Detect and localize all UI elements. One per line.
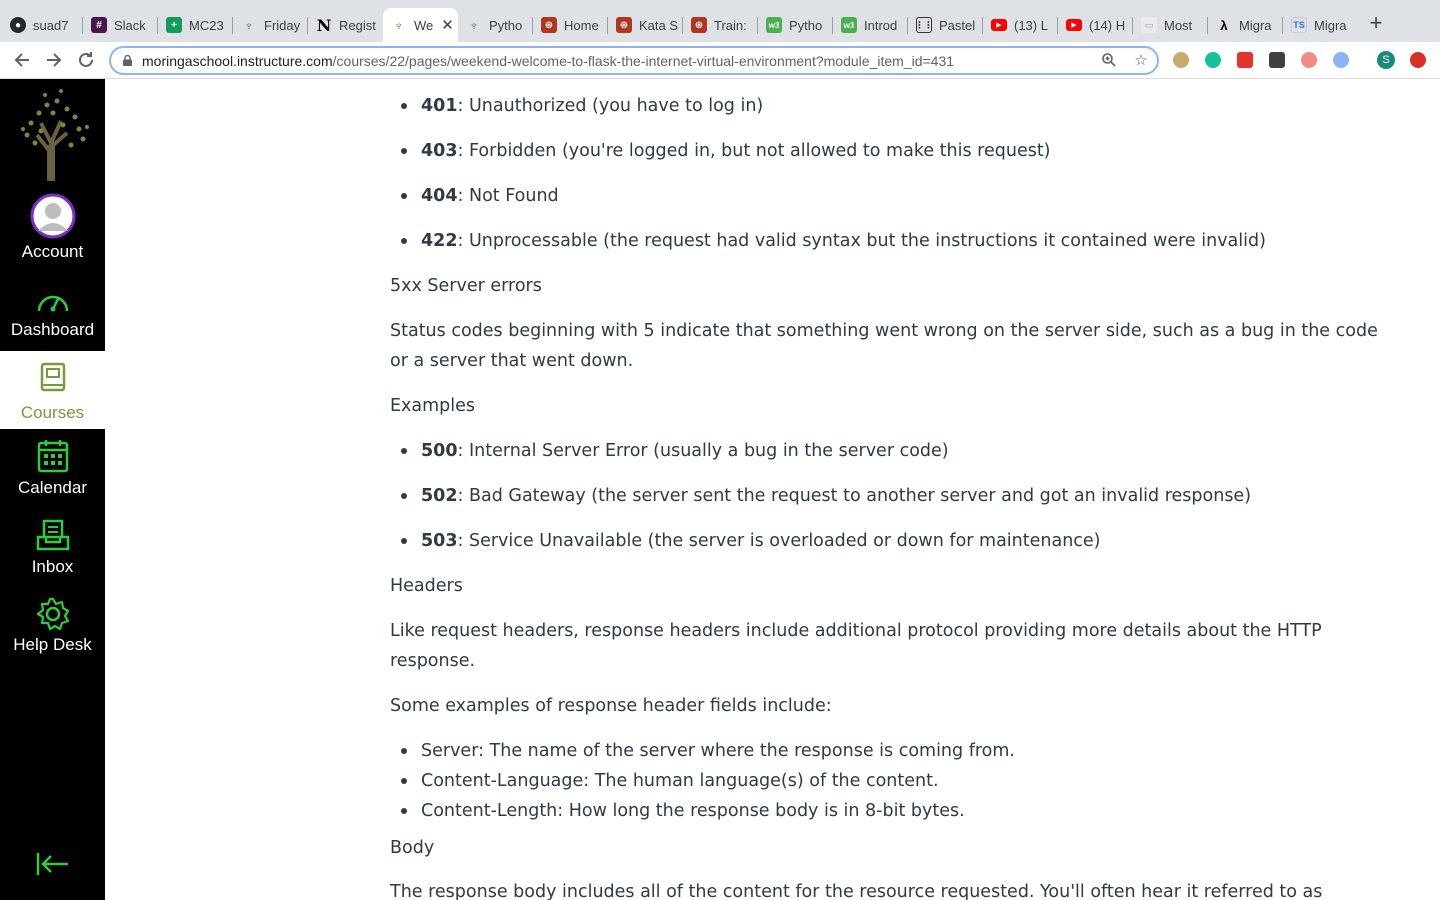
youtube-icon: ▶	[1066, 19, 1082, 31]
tab[interactable]: ♆ Friday	[233, 8, 308, 42]
codewars-icon: ⊛	[616, 17, 632, 33]
list-item: 502: Bad Gateway (the server sent the re…	[400, 481, 1251, 511]
address-bar[interactable]: moringaschool.instructure.com/courses/22…	[109, 46, 1159, 75]
lock-icon	[123, 55, 132, 66]
courses-book-icon	[40, 362, 65, 392]
todoist-icon[interactable]	[1237, 52, 1253, 68]
list-item: Content-Length: How long the response bo…	[401, 796, 965, 826]
slack-icon: #	[91, 17, 107, 33]
nav-calendar[interactable]: Calendar	[0, 439, 105, 501]
list-item: 401: Unauthorized (you have to log in)	[400, 91, 763, 121]
forward-arrow-icon	[47, 53, 62, 67]
sheets-icon: +	[166, 17, 182, 33]
grammarly-icon[interactable]	[1205, 52, 1221, 68]
browser-tab-strip: ● suad7 # Slack + MC23 ♆ Friday N Regist…	[0, 0, 1440, 42]
school-logo[interactable]	[0, 83, 105, 183]
extension-circle-icon[interactable]	[1333, 52, 1349, 68]
tab[interactable]: # Slack	[83, 8, 158, 42]
tab[interactable]: w3 Introd	[833, 8, 908, 42]
url-text: moringaschool.instructure.com/courses/22…	[142, 53, 955, 69]
list-item: 404: Not Found	[401, 181, 559, 211]
tab[interactable]: λ Migra	[1208, 8, 1283, 42]
tree-logo-icon	[20, 89, 89, 181]
tab[interactable]: ▶ (13) L	[983, 8, 1058, 42]
calendar-icon	[37, 440, 68, 473]
notion-icon: N	[316, 15, 332, 35]
codewars-icon: ⊛	[691, 17, 707, 33]
new-tab-button[interactable]: +	[1364, 12, 1388, 36]
tab[interactable]: ♆ Pytho	[458, 8, 533, 42]
dashboard-gauge-icon	[37, 295, 68, 312]
magnifier-icon	[1102, 53, 1116, 67]
update-icon[interactable]	[1410, 52, 1426, 68]
tab[interactable]: N Regist	[308, 8, 383, 42]
forward-button[interactable]	[42, 48, 66, 72]
extension-shield-icon[interactable]	[1301, 52, 1317, 68]
nav-inbox[interactable]: Inbox	[0, 519, 105, 581]
extension-owl-icon[interactable]	[1173, 52, 1189, 68]
w3schools-icon: w3	[766, 17, 782, 33]
lambda-icon: λ	[1220, 17, 1228, 33]
bookmark-star-icon[interactable]: ☆	[1132, 52, 1150, 70]
reload-button[interactable]	[74, 48, 98, 72]
tab[interactable]: ▭ Most	[1133, 8, 1208, 42]
section-heading: Examples	[390, 396, 476, 416]
nav-courses[interactable]: Courses	[0, 351, 105, 429]
tree-icon: ♆	[469, 17, 479, 33]
section-heading: Headers	[390, 576, 463, 596]
paragraph: Status codes beginning with 5 indicate t…	[390, 321, 1378, 371]
tree-icon: ♆	[244, 17, 254, 33]
tab[interactable]: ⋮⋮ Pastel	[908, 8, 983, 42]
list-item: 503: Service Unavailable (the server is …	[401, 526, 1101, 556]
nav-help-desk[interactable]: Help Desk	[0, 597, 105, 659]
tree-icon: ♆	[394, 17, 404, 33]
tab[interactable]: TS Migra	[1283, 8, 1358, 42]
collapse-arrow-icon	[36, 853, 68, 875]
back-button[interactable]	[10, 48, 34, 72]
codewars-icon: ⊛	[541, 17, 557, 33]
nav-account[interactable]: Account	[0, 193, 105, 265]
tab[interactable]: ● suad7	[2, 8, 83, 42]
tab[interactable]: ⊛ Home	[533, 8, 608, 42]
youtube-icon: ▶	[991, 19, 1007, 31]
browser-toolbar: moringaschool.instructure.com/courses/22…	[0, 42, 1440, 79]
ts-icon: TS	[1291, 17, 1307, 33]
list-item: 403: Forbidden (you're logged in, but no…	[401, 136, 1051, 166]
nav-dashboard[interactable]: Dashboard	[0, 287, 105, 343]
tab[interactable]: ⊛ Train:	[683, 8, 758, 42]
tab[interactable]: w3 Pytho	[758, 8, 833, 42]
extension-dots-icon[interactable]	[1269, 52, 1285, 68]
reload-icon	[79, 52, 93, 67]
w3schools-icon: w3	[841, 17, 857, 33]
pastel-icon: ⋮⋮	[915, 17, 933, 33]
paragraph: Like request headers, response headers i…	[390, 621, 1322, 671]
github-icon: ●	[10, 17, 26, 33]
paragraph: The response body includes all of the co…	[390, 882, 1323, 900]
inbox-icon	[36, 519, 69, 551]
collapse-nav-button[interactable]	[0, 851, 105, 885]
list-item: 422: Unprocessable (the request had vali…	[401, 226, 1266, 256]
zoom-icon[interactable]	[1100, 52, 1118, 70]
list-item: 500: Internal Server Error (usually a bu…	[401, 436, 949, 466]
global-navigation: Account Dashboard Courses Calendar Inbox…	[0, 79, 105, 900]
tab[interactable]: ▶ (14) H	[1058, 8, 1133, 42]
paragraph: Some examples of response header fields …	[390, 696, 832, 716]
profile-avatar[interactable]: S	[1377, 51, 1395, 69]
section-heading: 5xx Server errors	[390, 276, 542, 296]
tab-active[interactable]: ♆ We ✕	[383, 8, 458, 42]
gear-icon	[36, 597, 69, 631]
back-arrow-icon	[14, 53, 29, 67]
section-heading: Body	[390, 838, 435, 858]
close-icon[interactable]: ✕	[441, 16, 454, 34]
tab[interactable]: + MC23	[158, 8, 233, 42]
tab[interactable]: ⊛ Kata S	[608, 8, 683, 42]
image-icon: ▭	[1141, 17, 1157, 33]
list-item: Server: The name of the server where the…	[401, 736, 1015, 766]
avatar-icon	[30, 193, 75, 239]
list-item: Content-Language: The human language(s) …	[401, 766, 939, 796]
page-content: 401: Unauthorized (you have to log in) 4…	[390, 79, 1380, 900]
